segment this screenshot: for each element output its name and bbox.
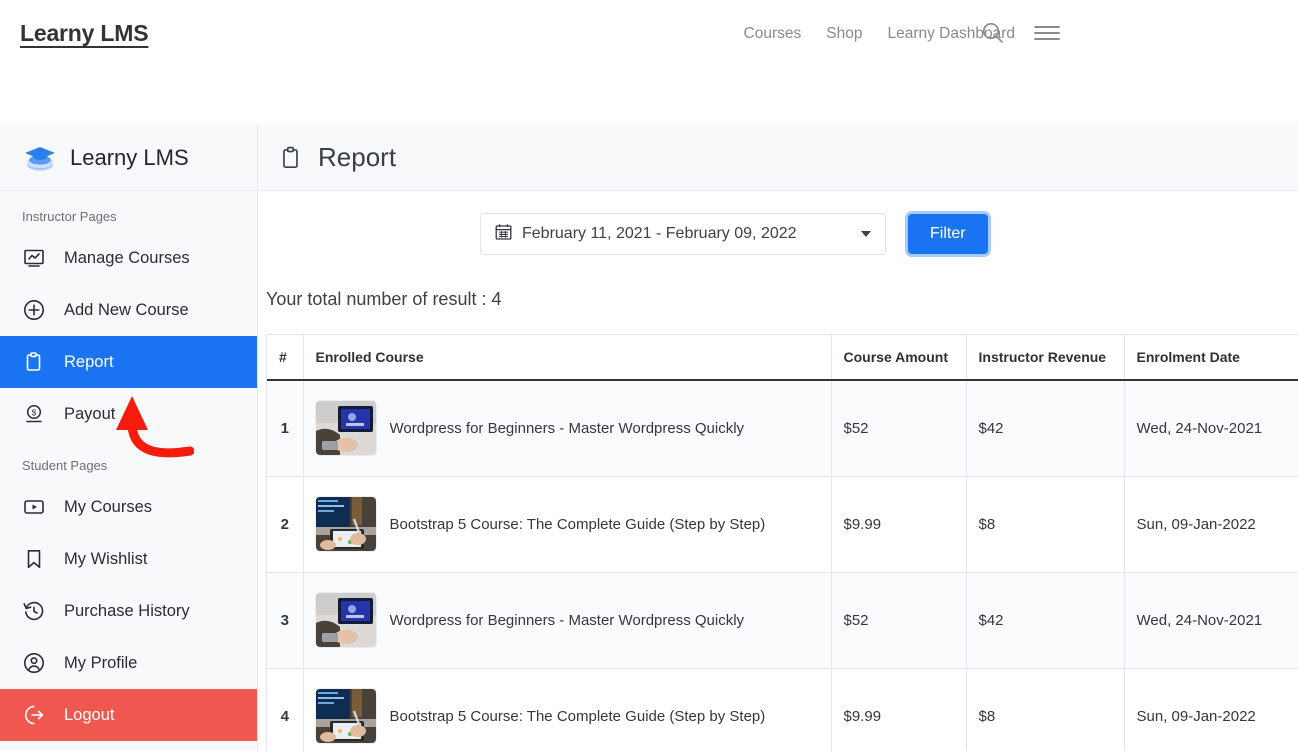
clipboard-icon bbox=[278, 143, 304, 173]
cell-enrolment-date: Wed, 24-Nov-2021 bbox=[1124, 380, 1298, 477]
sidebar-item-label: Purchase History bbox=[64, 601, 190, 620]
course-thumbnail bbox=[315, 497, 376, 551]
cell-index: 1 bbox=[267, 380, 304, 477]
column-header-enrolled-course: Enrolled Course bbox=[303, 335, 832, 381]
site-brand[interactable]: Learny LMS bbox=[20, 20, 149, 47]
cell-enrolled-course: Bootstrap 5 Course: The Complete Guide (… bbox=[303, 668, 832, 751]
sidebar-section-student-pages: Student Pages bbox=[22, 458, 108, 473]
sidebar-item-my-courses[interactable]: My Courses bbox=[0, 481, 257, 533]
total-results-text: Your total number of result : 4 bbox=[266, 289, 502, 309]
sidebar-header[interactable]: Learny LMS bbox=[0, 125, 257, 191]
cell-enrolment-date: Wed, 24-Nov-2021 bbox=[1124, 572, 1298, 669]
site-header: Learny LMS Courses Shop Learny Dashboard bbox=[0, 0, 1298, 125]
cell-enrolled-course: Wordpress for Beginners - Master Wordpre… bbox=[303, 380, 832, 477]
sidebar-item-report[interactable]: Report bbox=[0, 336, 257, 388]
table-header-row: # Enrolled Course Course Amount Instruct… bbox=[267, 335, 1298, 381]
table-row: 4 Bootstrap 5 Course: The Complete Guide… bbox=[267, 668, 1298, 751]
date-range-picker[interactable]: February 11, 2021 - February 09, 2022 bbox=[480, 213, 886, 255]
site-nav-links: Courses Shop Learny Dashboard bbox=[744, 25, 1015, 43]
cell-course-amount: $9.99 bbox=[831, 668, 967, 751]
cell-instructor-revenue: $8 bbox=[966, 668, 1125, 751]
sidebar-item-label: Add New Course bbox=[64, 300, 189, 319]
sidebar-item-payout[interactable]: $ Payout bbox=[0, 388, 257, 440]
cell-instructor-revenue: $42 bbox=[966, 572, 1125, 669]
page-header: Report bbox=[258, 125, 1298, 191]
calendar-icon bbox=[495, 223, 512, 245]
column-header-instructor-revenue: Instructor Revenue bbox=[966, 335, 1125, 381]
hamburger-menu-icon[interactable] bbox=[1034, 23, 1060, 43]
clipboard-icon bbox=[22, 350, 46, 374]
cell-index: 4 bbox=[267, 668, 304, 751]
date-range-value: February 11, 2021 - February 09, 2022 bbox=[522, 225, 797, 242]
sidebar-item-logout[interactable]: Logout bbox=[0, 689, 257, 741]
cell-index: 2 bbox=[267, 476, 304, 573]
nav-link-courses[interactable]: Courses bbox=[744, 25, 802, 43]
sidebar-item-my-profile[interactable]: My Profile bbox=[0, 637, 257, 689]
cell-enrolment-date: Sun, 09-Jan-2022 bbox=[1124, 668, 1298, 751]
video-play-icon bbox=[22, 495, 46, 519]
money-dollar-icon: $ bbox=[22, 402, 46, 426]
cell-instructor-revenue: $8 bbox=[966, 476, 1125, 573]
filter-button[interactable]: Filter bbox=[908, 214, 988, 254]
presentation-chart-icon bbox=[22, 246, 46, 270]
sidebar-item-label: My Wishlist bbox=[64, 549, 148, 568]
nav-link-shop[interactable]: Shop bbox=[826, 25, 862, 43]
sidebar-item-purchase-history[interactable]: Purchase History bbox=[0, 585, 257, 637]
course-thumbnail bbox=[315, 401, 376, 456]
main-content: Report February 11, 2021 - February 09, … bbox=[258, 125, 1298, 751]
cell-index: 3 bbox=[267, 572, 304, 669]
sidebar-section-instructor-pages: Instructor Pages bbox=[22, 209, 117, 224]
bookmark-icon bbox=[22, 547, 46, 571]
cell-course-amount: $52 bbox=[831, 380, 967, 477]
table-row: 1 Wordpress for Beginners - Master Wordp… bbox=[267, 380, 1298, 477]
cell-course-amount: $9.99 bbox=[831, 476, 967, 573]
sidebar-item-label: Payout bbox=[64, 404, 116, 423]
sidebar-item-label: Manage Courses bbox=[64, 248, 190, 267]
cell-enrolled-course: Wordpress for Beginners - Master Wordpre… bbox=[303, 572, 832, 669]
sidebar-item-my-wishlist[interactable]: My Wishlist bbox=[0, 533, 257, 585]
report-table-container: # Enrolled Course Course Amount Instruct… bbox=[266, 334, 1298, 751]
sidebar-item-label: My Profile bbox=[64, 653, 138, 672]
clock-history-icon bbox=[22, 599, 46, 623]
course-thumbnail bbox=[315, 593, 376, 647]
sidebar: Learny LMS Instructor Pages Manage Cours… bbox=[0, 125, 258, 751]
column-header-enrolment-date: Enrolment Date bbox=[1124, 335, 1298, 381]
course-thumbnail bbox=[315, 689, 376, 743]
search-icon[interactable] bbox=[980, 20, 1006, 46]
table-row: 3 Wordpress for Beginners - Master Wordp… bbox=[267, 572, 1298, 669]
course-title: Bootstrap 5 Course: The Complete Guide (… bbox=[389, 515, 766, 533]
site-nav-icons bbox=[980, 20, 1060, 46]
cell-enrolled-course: Bootstrap 5 Course: The Complete Guide (… bbox=[303, 476, 832, 573]
svg-text:$: $ bbox=[32, 408, 37, 417]
logout-arrow-icon bbox=[22, 703, 46, 727]
cell-enrolment-date: Sun, 09-Jan-2022 bbox=[1124, 476, 1298, 573]
user-circle-icon bbox=[22, 651, 46, 675]
sidebar-item-add-new-course[interactable]: Add New Course bbox=[0, 284, 257, 336]
page-title: Report bbox=[318, 142, 397, 172]
cell-course-amount: $52 bbox=[831, 572, 967, 669]
sidebar-title: Learny LMS bbox=[70, 144, 189, 170]
plus-circle-icon bbox=[22, 298, 46, 322]
column-header-index: # bbox=[267, 335, 304, 381]
graduation-cap-logo bbox=[22, 140, 58, 176]
sidebar-item-label: Report bbox=[64, 352, 114, 371]
course-title: Wordpress for Beginners - Master Wordpre… bbox=[389, 419, 745, 437]
filter-bar: February 11, 2021 - February 09, 2022 Fi… bbox=[258, 191, 1298, 255]
course-title: Wordpress for Beginners - Master Wordpre… bbox=[389, 611, 745, 629]
cell-instructor-revenue: $42 bbox=[966, 380, 1125, 477]
sidebar-item-label: My Courses bbox=[64, 497, 153, 516]
caret-down-icon bbox=[861, 231, 871, 237]
report-table: # Enrolled Course Course Amount Instruct… bbox=[267, 335, 1298, 751]
course-title: Bootstrap 5 Course: The Complete Guide (… bbox=[389, 707, 766, 725]
table-row: 2 Bootstrap 5 Course: The Complete Guide… bbox=[267, 476, 1298, 573]
sidebar-item-label: Logout bbox=[64, 705, 115, 724]
sidebar-item-manage-courses[interactable]: Manage Courses bbox=[0, 232, 257, 284]
column-header-course-amount: Course Amount bbox=[831, 335, 967, 381]
